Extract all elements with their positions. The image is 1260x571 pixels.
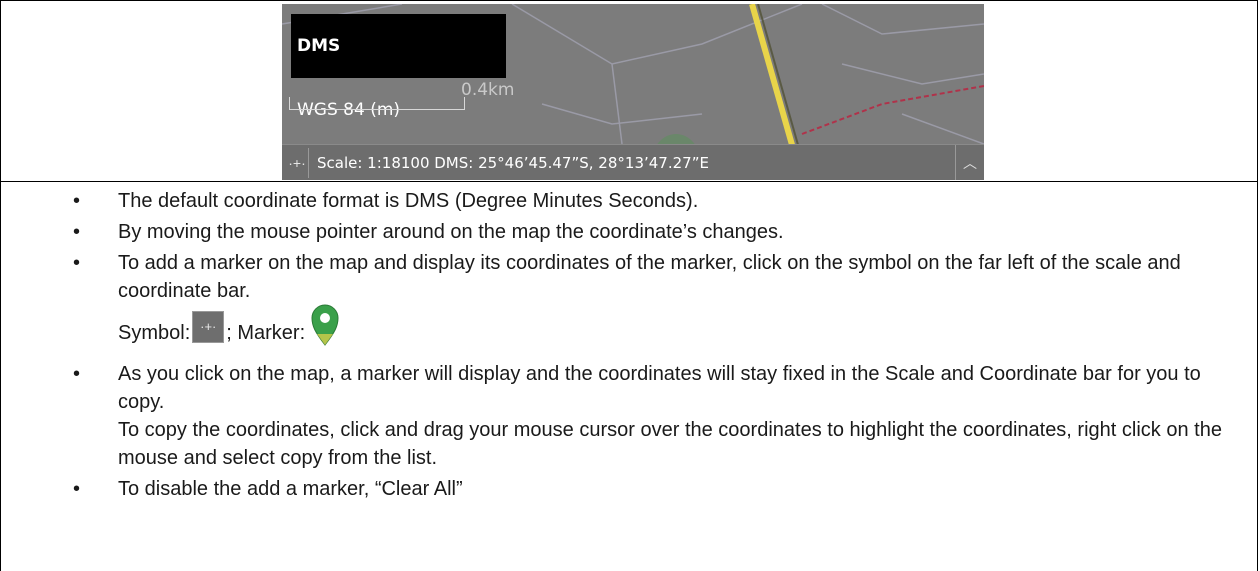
- chevron-up-icon[interactable]: ︿: [955, 145, 984, 180]
- bullet-text: As you click on the map, a marker will d…: [118, 363, 1201, 413]
- list-item: • As you click on the map, a marker will …: [73, 363, 1222, 469]
- instruction-list: • The default coordinate format is DMS (D…: [1, 187, 1251, 506]
- bullet-text: By moving the mouse pointer around on th…: [118, 221, 784, 243]
- list-item: • To add a marker on the map and display …: [1, 249, 1251, 357]
- scale-coordinate-bar: ·+· Scale: 1:18100 DMS: 25°46’45.47”S, 2…: [282, 144, 984, 180]
- list-item: • To disable the add a marker, “Clear All…: [73, 478, 463, 500]
- bullet-text-continued: To copy the coordinates, click and drag …: [118, 419, 1222, 469]
- bullet-text: To add a marker on the map and display i…: [118, 252, 1181, 302]
- format-option-dms[interactable]: DMS: [291, 14, 506, 78]
- symbol-marker-line: Symbol: ·+· ; Marker:: [118, 304, 1251, 357]
- crosshair-icon: ·+·: [192, 311, 225, 343]
- screenshot-cell: DMS WGS 84 (m) 0.4km ·+· Scale: 1:18100 …: [0, 0, 1258, 182]
- list-item: • By moving the mouse pointer around on t…: [73, 221, 784, 243]
- scale-label: 0.4km: [461, 80, 515, 100]
- coordinate-readout: Scale: 1:18100 DMS: 25°46’45.47”S, 28°13…: [317, 154, 709, 172]
- scale-line: [289, 97, 465, 110]
- bullet-text: To disable the add a marker, “Clear All”: [118, 478, 463, 500]
- crosshair-icon[interactable]: ·+·: [286, 148, 309, 178]
- symbol-label: Symbol:: [118, 322, 191, 344]
- coordinate-format-menu: DMS WGS 84 (m): [291, 14, 781, 142]
- map-screenshot: DMS WGS 84 (m) 0.4km ·+· Scale: 1:18100 …: [282, 4, 984, 180]
- list-item: • The default coordinate format is DMS (D…: [73, 190, 699, 212]
- instructions-cell: • The default coordinate format is DMS (D…: [0, 181, 1258, 571]
- marker-label: ; Marker:: [226, 322, 306, 344]
- map-marker-icon: [311, 304, 339, 346]
- bullet-text: The default coordinate format is DMS (De…: [118, 190, 699, 212]
